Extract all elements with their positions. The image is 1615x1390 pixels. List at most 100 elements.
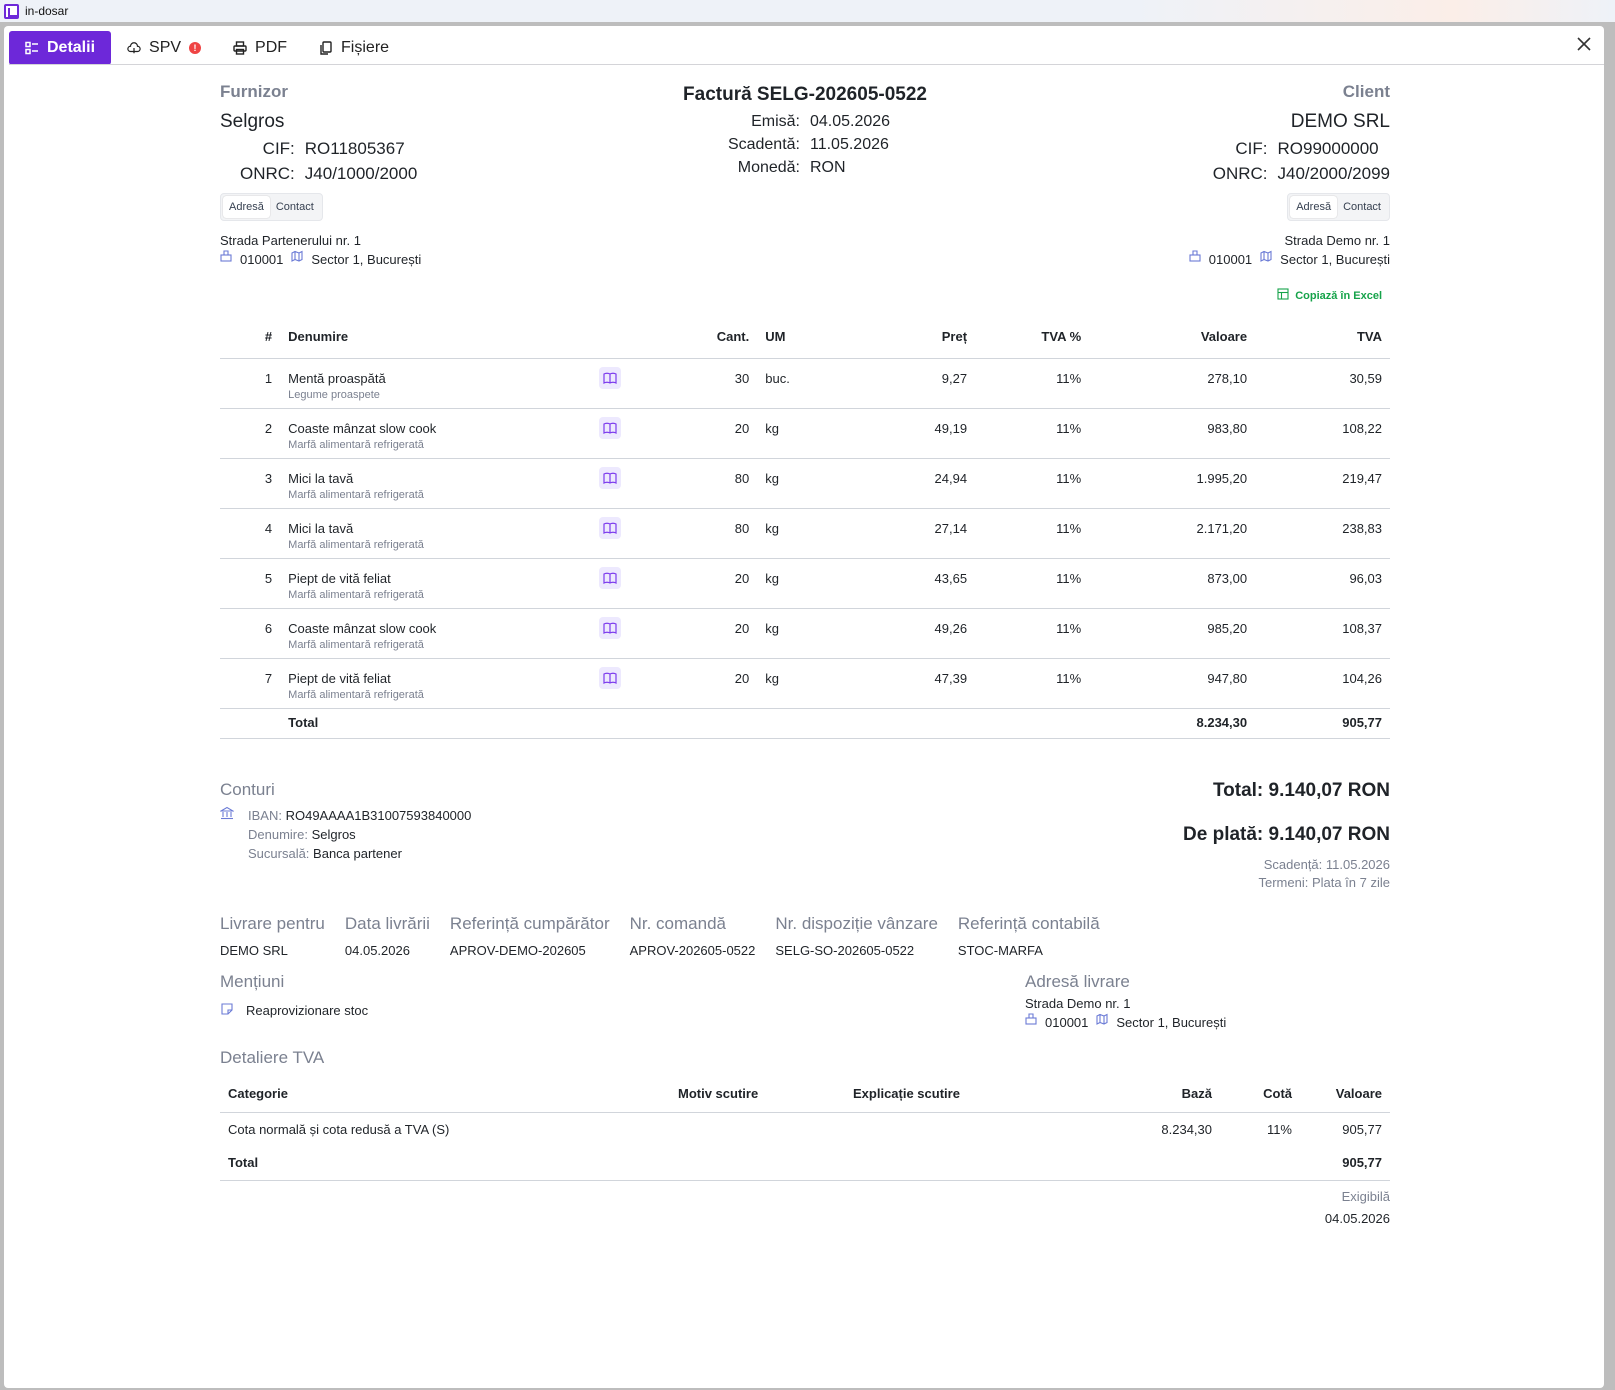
row-product: Coaste mânzat slow cook Marfă alimentară …	[280, 408, 592, 459]
product-name: Mentă proaspătă	[288, 370, 386, 386]
meta-referinta-contabila: Referință contabilă STOC-MARFA	[958, 914, 1100, 958]
meta-nr-dispozitie: Nr. dispoziție vânzare SELG-SO-202605-05…	[775, 914, 938, 958]
vat-categorie: Cota normală și cota redusă a TVA (S)	[228, 1121, 450, 1137]
row-pret: 27,14	[809, 508, 976, 559]
book-icon[interactable]	[599, 566, 622, 589]
vat-col-categorie: Categorie	[220, 1076, 670, 1113]
book-icon[interactable]	[599, 416, 622, 439]
vat-detail-title: Detaliere TVA	[220, 1048, 325, 1067]
tab-pdf[interactable]: PDF	[217, 31, 303, 65]
row-tva-pct: 11%	[975, 558, 1090, 609]
client-address: Strada Demo nr. 1 010001 Sector 1, Bucur…	[970, 231, 1390, 269]
book-icon[interactable]	[599, 466, 622, 489]
row-nr: 1	[220, 358, 281, 409]
tab-pdf-label: PDF	[255, 39, 288, 56]
window-titlebar: in-dosar	[0, 0, 1615, 22]
row-nr: 3	[220, 458, 281, 509]
vat-header-row: Categorie Motiv scutire Explicație scuti…	[220, 1076, 1390, 1113]
branch-value: Banca partener	[313, 846, 402, 861]
tab-spv[interactable]: SPV !	[111, 31, 217, 65]
row-action	[591, 508, 675, 559]
supplier-toggle-contact[interactable]: Contact	[270, 196, 320, 218]
row-um: kg	[757, 658, 810, 709]
issue-date: 04.05.2026	[810, 113, 891, 130]
row-valoare: 278,10	[1089, 358, 1256, 409]
tab-fisiere-label: Fișiere	[341, 39, 390, 56]
meta-label: Referință cumpărător	[449, 914, 610, 933]
row-um: kg	[757, 608, 810, 659]
tab-divider	[9, 64, 1604, 65]
supplier-address: Strada Partenerului nr. 1 010001 Sector …	[220, 231, 640, 269]
items-total-tva: 905,77	[1255, 708, 1390, 739]
iban-label: IBAN:	[248, 808, 282, 823]
branch-label: Sucursală:	[248, 846, 310, 861]
product-category: Marfă alimentară refrigerată	[288, 488, 424, 501]
close-icon[interactable]	[1574, 34, 1594, 54]
product-name: Piept de vită feliat	[288, 670, 391, 686]
meta-referinta-cumparator: Referință cumpărător APROV-DEMO-202605	[450, 914, 610, 958]
row-valoare: 985,20	[1089, 608, 1256, 659]
delivery-meta: Livrare pentru DEMO SRL Data livrării 04…	[220, 914, 1100, 958]
tab-fisiere[interactable]: Fișiere	[303, 31, 405, 65]
table-row: 4 Mici la tavă Marfă alimentară refrigera…	[220, 508, 1390, 559]
row-nr: 2	[220, 408, 281, 459]
product-category: Marfă alimentară refrigerată	[288, 688, 424, 701]
book-icon[interactable]	[599, 366, 622, 389]
map-icon	[1260, 250, 1272, 269]
exigibility-label: Exigibilă	[1341, 1189, 1390, 1204]
client-toggle-contact[interactable]: Contact	[1337, 196, 1387, 218]
col-nr: #	[220, 316, 281, 359]
client-cif-label: CIF:	[1235, 139, 1268, 158]
row-product: Piept de vită feliat Marfă alimentară ref…	[280, 658, 592, 709]
col-valoare: Valoare	[1089, 316, 1256, 359]
col-action	[591, 316, 675, 359]
accounts-section-title: Conturi	[220, 780, 275, 799]
map-icon	[291, 250, 303, 269]
row-um: kg	[757, 458, 810, 509]
copy-excel-button[interactable]: Copiază în Excel	[1277, 288, 1382, 303]
vat-cota: 11%	[1266, 1121, 1292, 1137]
supplier-toggle-adresa[interactable]: Adresă	[223, 196, 270, 218]
row-pret: 24,94	[809, 458, 976, 509]
vat-total-label: Total	[220, 1146, 670, 1181]
product-name: Mici la tavă	[288, 520, 354, 536]
row-tva-pct: 11%	[975, 408, 1090, 459]
bank-account: IBAN: RO49AAAA1B31007593840000 Denumire:…	[218, 806, 720, 863]
postal-code-icon	[1189, 250, 1201, 269]
meta-value: APROV-202605-0522	[629, 943, 756, 958]
row-product: Piept de vită feliat Marfă alimentară ref…	[280, 558, 592, 609]
note-icon	[220, 1002, 234, 1019]
client-ids: CIF: RO99000000 ONRC: J40/2000/2099	[970, 139, 1390, 184]
items-header-row: # Denumire Cant. UM Preț TVA % Valoare T…	[220, 316, 1390, 359]
vat-col-valoare: Valoare	[1300, 1076, 1390, 1113]
row-cant: 20	[674, 558, 758, 609]
meta-nr-comanda: Nr. comandă APROV-202605-0522	[630, 914, 756, 958]
row-valoare: 983,80	[1089, 408, 1256, 459]
notes-block: Mențiuni Reaprovizionare stoc	[220, 972, 368, 1019]
app-logo-icon	[4, 3, 19, 19]
supplier-onrc: J40/1000/2000	[304, 164, 418, 183]
vat-total-row: Total 905,77	[220, 1146, 1390, 1181]
printer-icon	[233, 41, 247, 55]
supplier-block: Furnizor Selgros CIF: RO11805367 ONRC: J…	[220, 82, 640, 269]
table-row: 1 Mentă proaspătă Legume proaspete 30 buc…	[220, 358, 1390, 409]
vat-detail-table: Categorie Motiv scutire Explicație scuti…	[220, 1076, 1390, 1181]
copy-excel-label: Copiază în Excel	[1295, 289, 1382, 302]
row-tva: 108,22	[1255, 408, 1390, 459]
tab-detalii[interactable]: Detalii	[9, 31, 112, 65]
items-total-label: Total	[280, 708, 592, 739]
row-action	[591, 658, 675, 709]
supplier-name: Selgros	[220, 111, 285, 132]
product-name: Coaste mânzat slow cook	[288, 420, 437, 436]
book-icon[interactable]	[599, 516, 622, 539]
book-icon[interactable]	[599, 666, 622, 689]
vat-col-baza: Bază	[1135, 1076, 1220, 1113]
client-cif: RO99000000	[1277, 139, 1379, 158]
row-nr: 6	[220, 608, 281, 659]
product-category: Marfă alimentară refrigerată	[288, 638, 424, 651]
book-icon[interactable]	[599, 616, 622, 639]
window-title: in-dosar	[25, 4, 69, 18]
client-toggle-adresa[interactable]: Adresă	[1290, 196, 1338, 218]
supplier-section-title: Furnizor	[220, 82, 288, 101]
delivery-address: Strada Demo nr. 1 010001 Sector 1, Bucur…	[1025, 994, 1226, 1032]
